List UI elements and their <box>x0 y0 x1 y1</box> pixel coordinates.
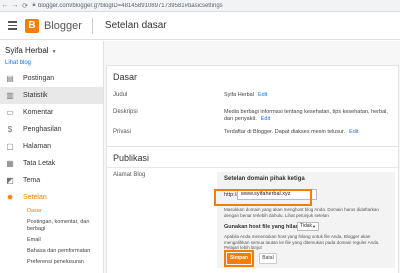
edit-judul-link[interactable]: Edit <box>258 92 267 98</box>
judul-label: Judul <box>113 92 128 98</box>
subnav-item-preferensi[interactable]: Preferensi penelusuran <box>27 257 103 268</box>
sidebar-item-label: Tata Letak <box>23 160 56 167</box>
sidebar-item-label: Setelan <box>23 194 47 201</box>
komentar-icon: ▭ <box>6 108 14 117</box>
sidebar-item-label: Statistik <box>23 92 48 99</box>
cancel-button[interactable]: Batal <box>259 253 277 264</box>
judul-text: Syifa Herbal <box>224 92 254 98</box>
privasi-label: Privasi <box>113 129 132 135</box>
privasi-text: Terdaftar di Blogger. Dapat diakses mesi… <box>224 129 346 135</box>
sidebar-item-label: Postingan <box>23 75 55 82</box>
domain-hint: Masukkan domain yang akan menghost blog … <box>224 207 379 218</box>
lock-icon: 🔒︎ <box>32 2 36 8</box>
missing-host-question: Gunakan host file yang hilang? <box>224 224 306 230</box>
reload-icon[interactable]: ⟳ <box>20 2 30 10</box>
blog-selector[interactable]: Syifa Herbal ▼ <box>5 46 57 55</box>
sidebar-item-label: Komentar <box>23 109 54 116</box>
blog-name: Syifa Herbal <box>5 46 49 55</box>
setelan-icon: ✹ <box>6 193 14 202</box>
postingan-icon: ▤ <box>6 74 14 83</box>
view-blog-link[interactable]: Lihat blog <box>5 60 31 66</box>
subnav-item-dasar[interactable]: Dasar <box>27 206 103 217</box>
third-party-domain-panel: Setelan domain pihak ketiga http:// www.… <box>217 172 395 268</box>
missing-host-select-value: Tidak <box>300 223 313 229</box>
publikasi-section: Publikasi Alamat Blog Setelan domain pih… <box>106 146 400 273</box>
deskripsi-text: Media berbagi informasi tentang kesehata… <box>224 109 388 122</box>
url-text[interactable]: blogger.com/blogger.g?blogID=48145891089… <box>38 3 223 9</box>
sidebar-item-statistik[interactable]: ▥ Statistik <box>0 87 103 104</box>
halaman-icon: ▢ <box>6 142 14 151</box>
tata-letak-icon: ▦ <box>6 159 14 168</box>
missing-host-select[interactable]: Tidak ▼ <box>297 222 319 231</box>
menu-icon[interactable] <box>3 21 21 30</box>
setelan-subnav: Dasar Postingan, komentar, dan berbagi E… <box>0 206 103 268</box>
judul-value: Syifa Herbal Edit <box>224 92 267 99</box>
section-title-dasar: Dasar <box>113 72 138 82</box>
sidebar-item-tema[interactable]: ◩ Tema <box>0 172 103 189</box>
brand-name[interactable]: Blogger <box>44 20 82 32</box>
subnav-item-email[interactable]: Email <box>27 235 103 246</box>
back-icon[interactable]: ← <box>0 2 10 9</box>
sidebar-item-halaman[interactable]: ▢ Halaman <box>0 138 103 155</box>
penghasilan-icon: $ <box>7 125 13 134</box>
browser-url-bar[interactable]: ← → ⟳ 🔒︎ blogger.com/blogger.g?blogID=48… <box>0 0 400 12</box>
sidebar-item-label: Penghasilan <box>23 126 62 133</box>
deskripsi-label: Deskripsi <box>113 109 138 115</box>
sidebar-item-label: Tema <box>23 177 41 184</box>
domain-settings-title: Setelan domain pihak ketiga <box>224 176 305 182</box>
edit-privasi-link[interactable]: Edit <box>349 129 358 135</box>
statistik-icon: ▥ <box>6 91 14 100</box>
domain-highlight-box <box>214 189 312 206</box>
forward-icon[interactable]: → <box>10 2 20 9</box>
main-content: Dasar Judul Syifa Herbal Edit Deskripsi M… <box>103 41 400 273</box>
chevron-down-icon: ▼ <box>312 224 316 229</box>
sidebar-item-postingan[interactable]: ▤ Postingan <box>0 70 103 87</box>
alamat-blog-label: Alamat Blog <box>113 172 146 178</box>
sidebar-item-setelan[interactable]: ✹ Setelan <box>0 189 103 206</box>
blogger-logo-icon[interactable]: B <box>25 18 39 33</box>
header-divider <box>91 17 93 34</box>
sidebar-item-label: Halaman <box>23 143 52 150</box>
save-highlight-box <box>224 250 254 267</box>
subnav-item-postingan-komentar[interactable]: Postingan, komentar, dan berbagi <box>27 217 103 235</box>
section-title-publikasi: Publikasi <box>113 153 150 163</box>
sidebar: Syifa Herbal ▼ Lihat blog ▤ Postingan ▥ S… <box>0 41 103 273</box>
sidebar-item-tata-letak[interactable]: ▦ Tata Letak <box>0 155 103 172</box>
missing-host-hint: Apabila Anda menentukan host yang hilang… <box>224 234 380 250</box>
divider <box>107 167 400 168</box>
edit-deskripsi-link[interactable]: Edit <box>261 116 270 122</box>
sidebar-nav: ▤ Postingan ▥ Statistik ▭ Komentar $ Pen… <box>0 70 103 268</box>
sidebar-item-penghasilan[interactable]: $ Penghasilan <box>0 121 103 138</box>
app-header: B Blogger Setelan dasar <box>0 12 400 40</box>
tema-icon: ◩ <box>6 176 14 185</box>
sidebar-item-komentar[interactable]: ▭ Komentar <box>0 104 103 121</box>
deskripsi-value: Media berbagi informasi tentang kesehata… <box>224 109 394 123</box>
subnav-item-bahasa[interactable]: Bahasa dan pemformatan <box>27 246 103 257</box>
page-title: Setelan dasar <box>104 20 167 31</box>
caret-down-icon: ▼ <box>51 49 57 55</box>
privasi-value: Terdaftar di Blogger. Dapat diakses mesi… <box>224 129 359 136</box>
